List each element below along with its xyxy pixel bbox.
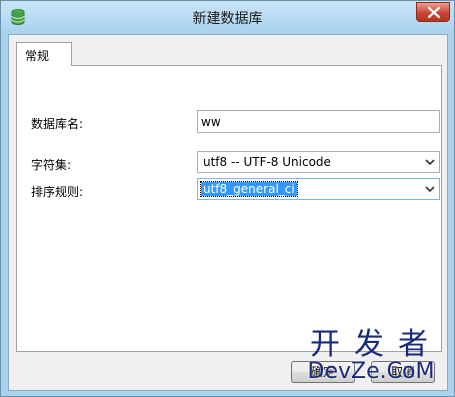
ok-button[interactable]: 确定 xyxy=(291,361,355,383)
chevron-down-icon[interactable] xyxy=(425,159,435,166)
dialog-body: 常规 数据库名: ww 字符集: utf8 -- UTF-8 Unicode 排… xyxy=(8,34,448,391)
charset-value: utf8 -- UTF-8 Unicode xyxy=(203,155,331,169)
title-bar[interactable]: 新建数据库 xyxy=(1,1,454,34)
close-button[interactable] xyxy=(416,2,450,22)
charset-label: 字符集: xyxy=(31,158,72,172)
cancel-button[interactable]: 取消 xyxy=(371,361,435,383)
db-name-input[interactable]: ww xyxy=(197,110,440,133)
collation-value: utf8_general_ci xyxy=(200,181,298,197)
db-name-label: 数据库名: xyxy=(31,117,84,131)
charset-select[interactable]: utf8 -- UTF-8 Unicode xyxy=(197,151,440,173)
chevron-down-icon[interactable] xyxy=(425,186,435,193)
window-title: 新建数据库 xyxy=(192,11,263,27)
general-panel: 数据库名: ww 字符集: utf8 -- UTF-8 Unicode 排序规则… xyxy=(16,65,442,352)
collation-label: 排序规则: xyxy=(31,185,84,199)
tab-label: 常规 xyxy=(25,49,50,63)
dialog-window: 新建数据库 常规 数据库名: ww 字符集: utf8 -- UTF-8 Uni… xyxy=(0,0,455,397)
collation-select[interactable]: utf8_general_ci xyxy=(197,178,440,200)
tab-general[interactable]: 常规 xyxy=(16,42,72,66)
close-icon xyxy=(428,7,440,18)
